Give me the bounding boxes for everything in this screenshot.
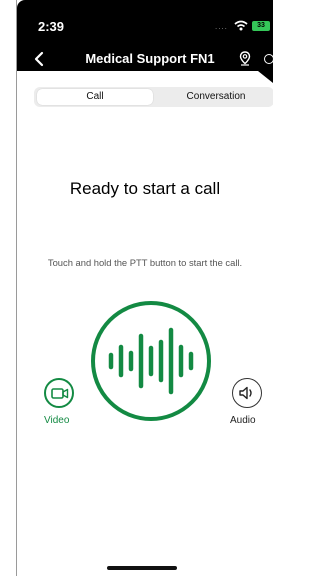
app-screen: 2:39 .... 33 Medical Support FN1 Call Co… (0, 0, 273, 576)
ptt-hint-text: Touch and hold the PTT button to start t… (47, 257, 243, 268)
more-icon[interactable] (264, 54, 273, 64)
ptt-button[interactable] (90, 300, 212, 422)
page-title: Medical Support FN1 (85, 51, 215, 66)
location-pin-icon[interactable] (239, 51, 251, 66)
video-label: Video (44, 415, 70, 426)
speaker-icon (239, 386, 252, 400)
signal-icon: .... (215, 22, 228, 31)
status-time: 2:39 (38, 19, 65, 34)
wifi-icon (234, 20, 248, 31)
tab-conversation[interactable]: Conversation (158, 89, 273, 105)
home-indicator[interactable] (107, 566, 177, 570)
battery-icon: 33 (252, 21, 270, 31)
call-status-text: Ready to start a call (69, 179, 221, 198)
video-button[interactable] (44, 378, 74, 408)
tab-call[interactable]: Call (37, 89, 153, 105)
segmented-tabs: Call Conversation (34, 87, 273, 107)
video-camera-icon (51, 388, 69, 399)
audio-button[interactable] (232, 378, 262, 408)
left-divider (16, 0, 17, 576)
back-icon[interactable] (33, 51, 45, 67)
audio-label: Audio (230, 415, 256, 426)
header-corner (258, 71, 273, 83)
